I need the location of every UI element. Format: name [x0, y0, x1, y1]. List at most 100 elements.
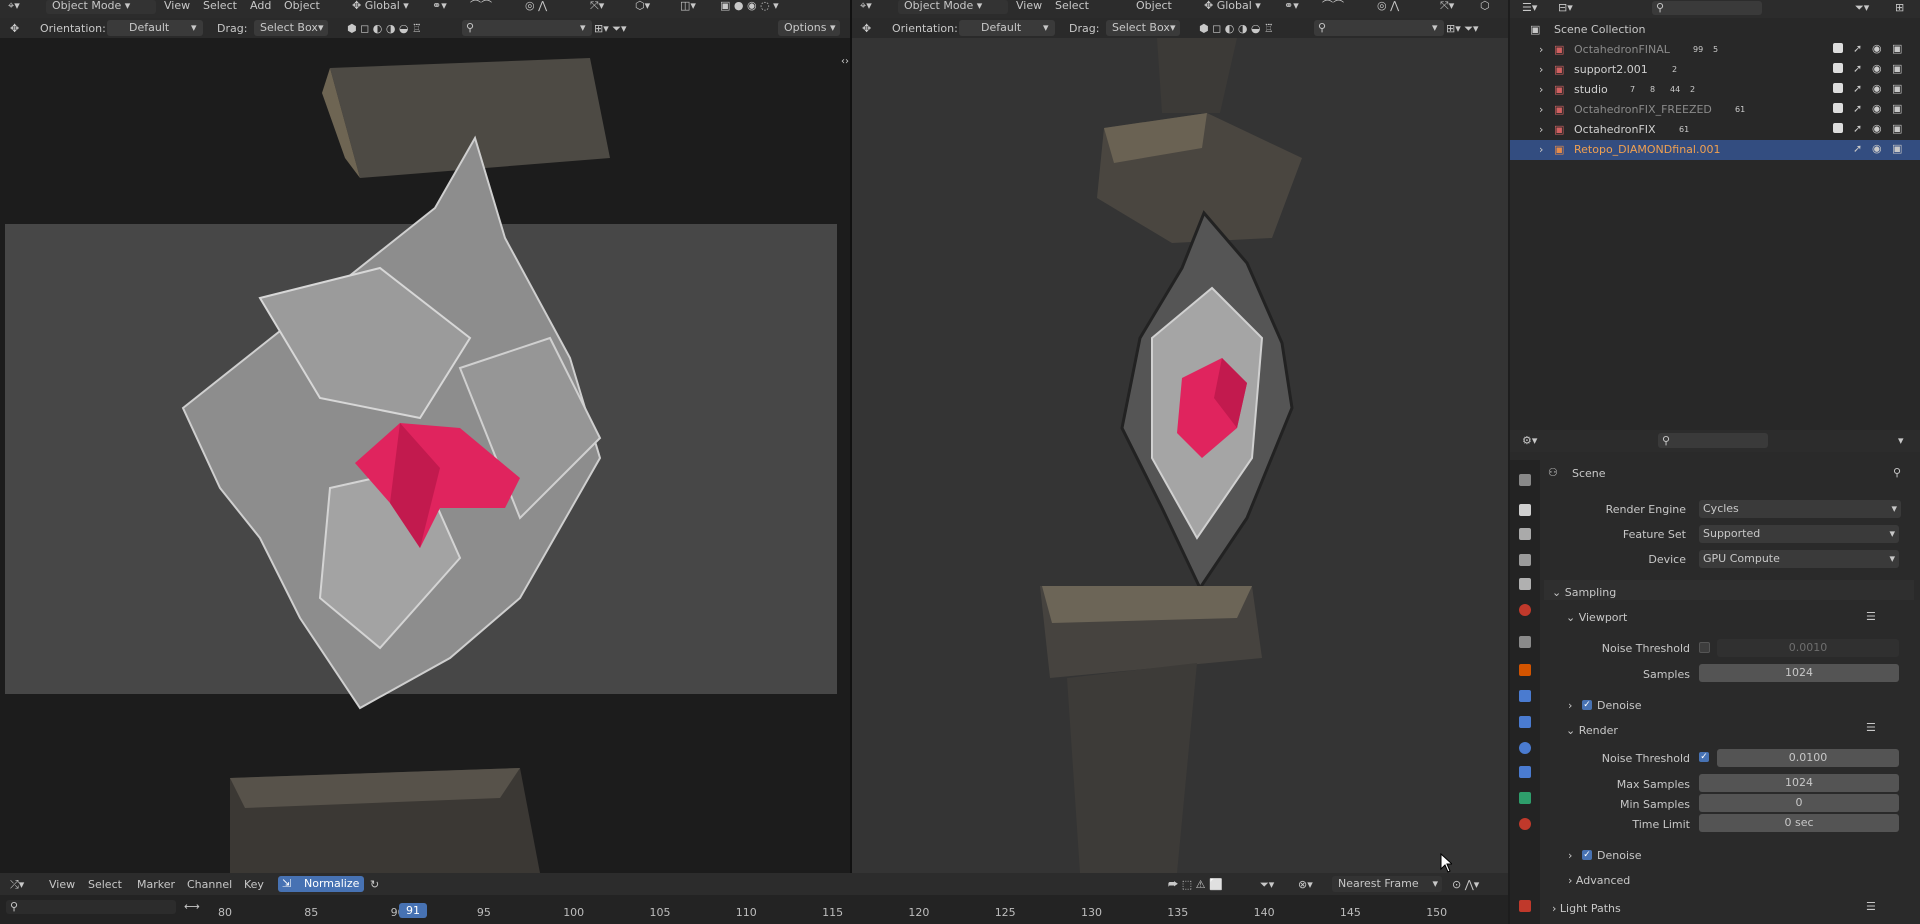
normalize-refresh-icon[interactable]: ↻ [370, 878, 379, 891]
eye-icon[interactable]: ◉ [1872, 42, 1882, 55]
menu-object[interactable]: Object [1136, 0, 1172, 14]
outliner-editor-icon[interactable]: ☰▾ [1522, 1, 1537, 14]
select-arrow-icon[interactable]: ➚ [1853, 122, 1862, 135]
options-dropdown[interactable]: Options ▾ [778, 20, 840, 36]
exclude-checkbox[interactable] [1833, 83, 1843, 93]
advanced-section[interactable]: › Advanced [1568, 874, 1630, 887]
overlay-icon[interactable]: ⤧▾ [1440, 0, 1454, 14]
visibility-icons[interactable]: ⬢ ◻ ◐ ◑ ◒ ♖ [1199, 22, 1274, 35]
timeline-view-icon[interactable]: ⊗▾ [1298, 878, 1313, 891]
list-icon[interactable]: ☰ [1866, 721, 1876, 734]
editor-type-icon[interactable]: ⌖▾ [8, 0, 20, 14]
expand-arrow-icon[interactable]: › [1539, 103, 1543, 116]
transform-gizmo-icon[interactable]: ✥ [10, 22, 19, 35]
exclude-checkbox[interactable] [1833, 143, 1843, 153]
snap-icon[interactable]: ⌒⌒ [470, 0, 492, 14]
timeline-search[interactable]: ⚲ [6, 900, 176, 914]
timeline-tool-icons[interactable]: ⮫ ⬚ ⚠ ⬜ [1168, 878, 1223, 892]
camera-icon[interactable]: ▣ [1892, 82, 1902, 95]
feature-set-dropdown[interactable]: Supported ▾ [1699, 525, 1899, 543]
denoise-render-checkbox[interactable]: ✓ [1582, 850, 1592, 860]
render-subsection[interactable]: ⌄ Render [1566, 724, 1618, 737]
data-tab-icon[interactable] [1519, 792, 1531, 804]
overlay-icon[interactable]: ⤧▾ [590, 0, 604, 14]
camera-icon[interactable]: ▣ [1892, 102, 1902, 115]
pin-icon[interactable]: ⚲ [1893, 466, 1901, 479]
gizmo-icon[interactable]: ⬡ [1480, 0, 1490, 14]
filter-icons[interactable]: ⊞▾ ⏷▾ [594, 22, 627, 36]
collection-tab-icon[interactable] [1519, 636, 1531, 648]
object-tab-icon[interactable] [1519, 664, 1531, 676]
normalize-toggle[interactable]: ⇲ Normalize [278, 876, 364, 892]
camera-icon[interactable]: ▣ [1892, 42, 1902, 55]
eye-icon[interactable]: ◉ [1872, 102, 1882, 115]
vp-noise-field[interactable]: 0.0010 [1717, 639, 1899, 657]
exclude-checkbox[interactable] [1833, 103, 1843, 113]
editor-type-icon[interactable]: ⌖▾ [860, 0, 872, 14]
viewport-search[interactable]: ⚲ ▾ [1314, 20, 1444, 36]
menu-view[interactable]: View [164, 0, 190, 14]
exclude-checkbox[interactable] [1833, 43, 1843, 53]
new-collection-icon[interactable]: ⊞ [1895, 1, 1904, 14]
select-arrow-icon[interactable]: ➚ [1853, 102, 1862, 115]
tl-menu-marker[interactable]: Marker [137, 878, 175, 891]
tl-menu-select[interactable]: Select [88, 878, 122, 891]
drag-dropdown[interactable]: Select Box ▾ [254, 20, 328, 36]
min-samples-field[interactable]: 0 [1699, 794, 1899, 812]
properties-editor-icon[interactable]: ⚙▾ [1522, 434, 1537, 447]
expand-arrow-icon[interactable]: › [1539, 43, 1543, 56]
timeline-editor-icon[interactable]: ⤮▾ [10, 878, 24, 892]
time-limit-field[interactable]: 0 sec [1699, 814, 1899, 832]
collapse-icon[interactable]: ▾ [1898, 434, 1904, 447]
eye-icon[interactable]: ◉ [1872, 82, 1882, 95]
vp-samples-field[interactable]: 1024 [1699, 664, 1899, 682]
texture-tab-icon[interactable] [1519, 900, 1531, 912]
outliner-row[interactable]: › ▣ support2.001 ➚ ◉ ▣ 2 [1510, 60, 1920, 80]
select-arrow-icon[interactable]: ➚ [1853, 82, 1862, 95]
eye-icon[interactable]: ◉ [1872, 62, 1882, 75]
vp-noise-checkbox[interactable] [1699, 642, 1710, 653]
transform-gizmo-icon[interactable]: ✥ [862, 22, 871, 35]
device-dropdown[interactable]: GPU Compute ▾ [1699, 550, 1899, 568]
output-tab-icon[interactable] [1519, 528, 1531, 540]
menu-view[interactable]: View [1016, 0, 1042, 14]
r-noise-checkbox[interactable]: ✓ [1699, 752, 1709, 762]
display-mode-icon[interactable]: ⊟▾ [1558, 1, 1573, 14]
outliner-row[interactable]: › ▣ OctahedronFIX ➚ ◉ ▣ 61 [1510, 120, 1920, 140]
pivot-icon[interactable]: ⚭▾ [1284, 0, 1299, 14]
camera-icon[interactable]: ▣ [1892, 62, 1902, 75]
r-noise-field[interactable]: 0.0100 [1717, 749, 1899, 767]
render-tab-icon[interactable] [1519, 504, 1531, 516]
mode-dropdown[interactable]: Object Mode ▾ [46, 0, 156, 14]
scene-tab-icon[interactable] [1519, 578, 1531, 590]
expand-arrow-icon[interactable]: › [1539, 63, 1543, 76]
expand-arrow-icon[interactable]: › [1539, 83, 1543, 96]
camera-icon[interactable]: ▣ [1892, 122, 1902, 135]
outliner-search[interactable]: ⚲ [1652, 1, 1762, 15]
render-engine-dropdown[interactable]: Cycles ▾ [1699, 500, 1901, 518]
menu-select[interactable]: Select [203, 0, 237, 14]
constraints-tab-icon[interactable] [1519, 766, 1531, 778]
right-3d-viewport[interactable] [852, 38, 1508, 873]
expand-arrow-icon[interactable]: › [1539, 143, 1543, 156]
gizmo-icon[interactable]: ⬡▾ [635, 0, 650, 14]
scene-collection-row[interactable]: ▣ Scene Collection [1510, 20, 1920, 40]
eye-icon[interactable]: ◉ [1872, 142, 1882, 155]
menu-add[interactable]: Add [250, 0, 271, 14]
mode-dropdown[interactable]: Object Mode ▾ [898, 0, 1008, 14]
sampling-section[interactable]: ⌄ Sampling [1552, 586, 1616, 599]
select-arrow-icon[interactable]: ➚ [1853, 62, 1862, 75]
current-frame-indicator[interactable]: 91 [399, 903, 427, 918]
denoise-viewport-row[interactable]: › [1568, 699, 1572, 712]
pivot-icon[interactable]: ⚭▾ [432, 0, 447, 14]
modifier-tab-icon[interactable] [1519, 690, 1531, 702]
drag-dropdown[interactable]: Select Box ▾ [1106, 20, 1180, 36]
world-tab-icon[interactable] [1519, 604, 1531, 616]
snap-dropdown[interactable]: Nearest Frame ▾ [1332, 876, 1442, 892]
select-arrow-icon[interactable]: ➚ [1853, 42, 1862, 55]
filter-icon[interactable]: ⏷▾ [1855, 1, 1869, 15]
transform-space-dropdown[interactable]: ✥ Global ▾ [1204, 0, 1261, 14]
denoise-render-row[interactable]: › [1568, 849, 1572, 862]
view-layer-tab-icon[interactable] [1519, 554, 1531, 566]
exclude-checkbox[interactable] [1833, 123, 1843, 133]
